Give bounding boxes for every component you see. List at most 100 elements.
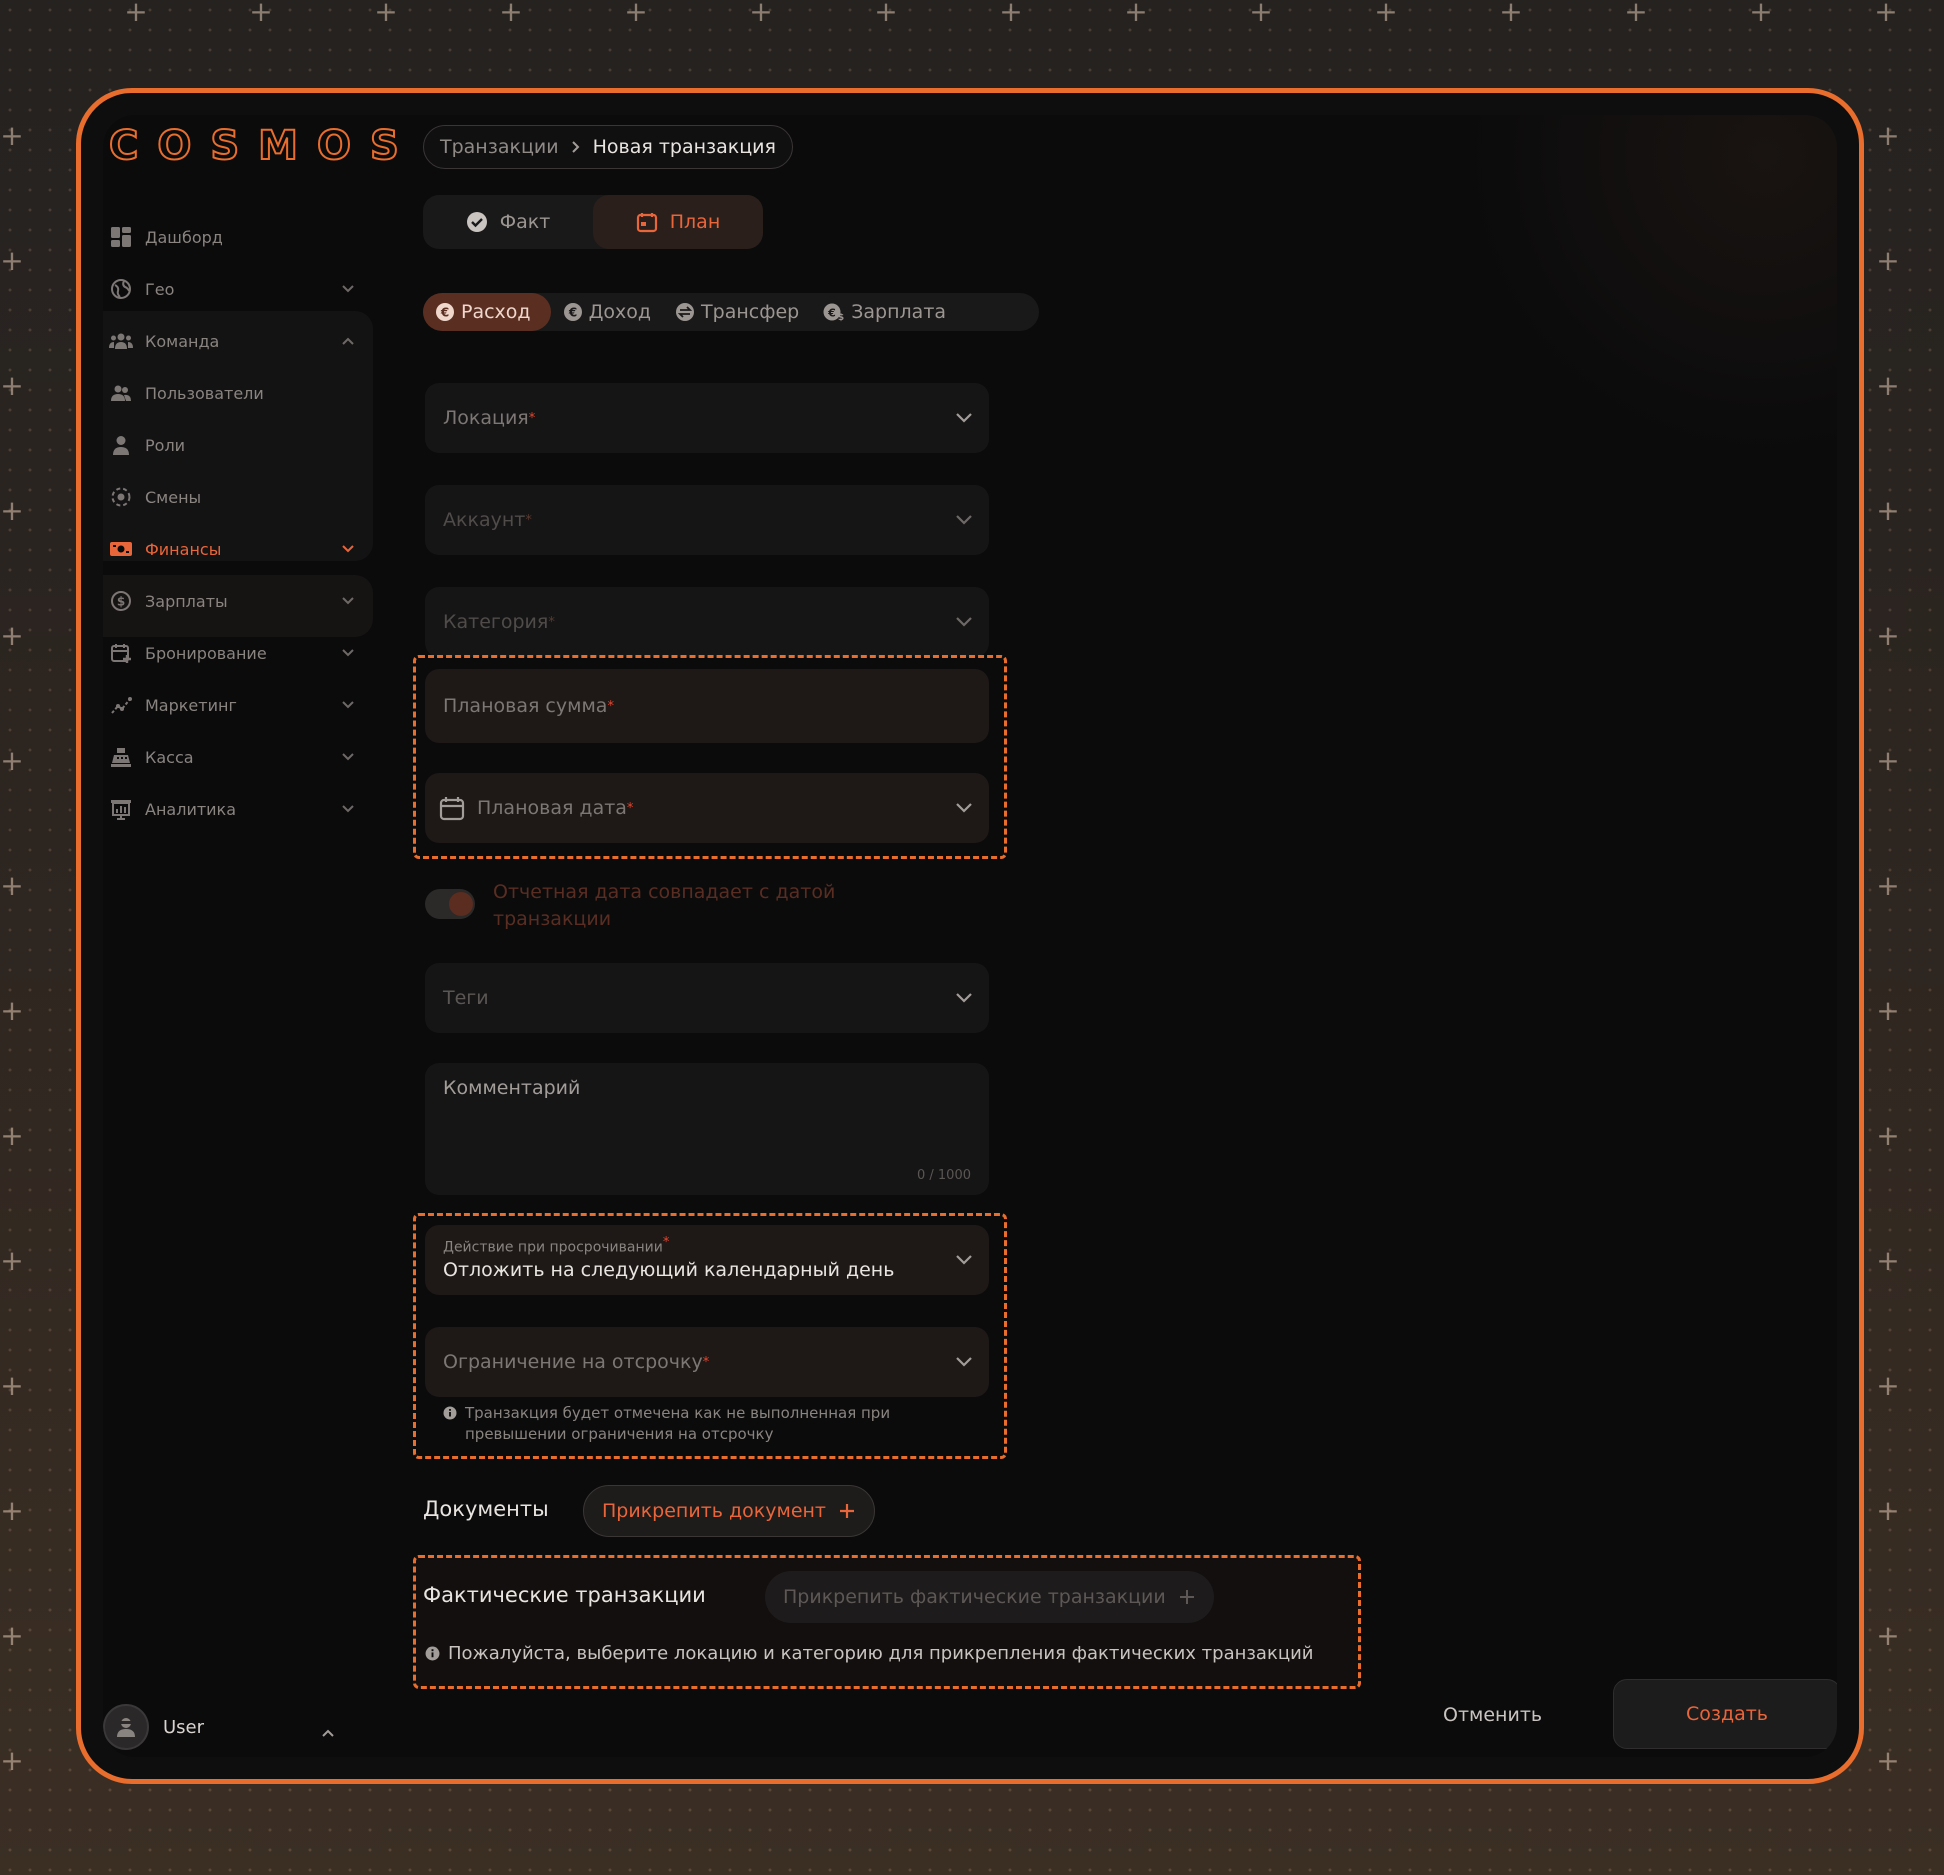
sidebar-item-label: Бронирование xyxy=(145,643,267,663)
delay-limit-hint: Транзакция будет отмечена как не выполне… xyxy=(443,1403,943,1445)
planned-date-picker[interactable]: Плановая дата * xyxy=(425,773,989,843)
sidebar-item-label: Дашборд xyxy=(145,227,223,247)
sidebar-item-roles[interactable]: Роли xyxy=(103,415,373,475)
attach-document-button[interactable]: Прикрепить документ xyxy=(583,1485,875,1537)
chevron-down-icon[interactable] xyxy=(341,695,355,714)
svg-text:$: $ xyxy=(838,313,844,322)
chevron-up-icon[interactable] xyxy=(321,1722,335,1743)
sidebar-item-salaries[interactable]: $ Зарплаты xyxy=(103,571,373,631)
plus-mark: + xyxy=(0,1494,24,1527)
required-mark: * xyxy=(626,800,634,816)
plus-mark: + xyxy=(1876,1369,1900,1402)
info-icon xyxy=(443,1406,457,1420)
breadcrumb-parent[interactable]: Транзакции xyxy=(440,136,559,158)
overdue-action-value: Отложить на следующий календарный день xyxy=(443,1259,895,1281)
chevron-down-icon[interactable] xyxy=(341,643,355,662)
required-mark: * xyxy=(528,410,536,426)
sidebar-item-team[interactable]: Команда xyxy=(103,311,373,371)
plus-mark: + xyxy=(749,0,773,28)
plus-mark: + xyxy=(0,869,24,902)
chevron-down-icon[interactable] xyxy=(341,799,355,818)
analytics-icon xyxy=(109,797,133,821)
overdue-action-label: Действие при просрочивании* xyxy=(443,1235,669,1256)
chevron-down-icon[interactable] xyxy=(341,539,355,558)
tab-expense[interactable]: € Расход xyxy=(423,293,551,331)
plus-mark: + xyxy=(499,0,523,28)
plus-mark: + xyxy=(0,1244,24,1277)
check-circle-icon xyxy=(466,212,487,232)
account-placeholder: Аккаунт xyxy=(443,509,526,531)
attach-actual-transactions-button[interactable]: Прикрепить фактические транзакции xyxy=(765,1571,1214,1623)
sidebar-item-label: Финансы xyxy=(145,539,222,559)
delay-limit-select[interactable]: Ограничение на отсрочку * xyxy=(425,1327,989,1397)
svg-text:€: € xyxy=(440,306,449,320)
actual-transactions-hint: Пожалуйста, выберите локацию и категорию… xyxy=(425,1643,1345,1664)
create-button[interactable]: Создать xyxy=(1613,1679,1837,1749)
documents-title: Документы xyxy=(423,1497,549,1521)
comment-textarea[interactable]: Комментарий 0 / 1000 xyxy=(425,1063,989,1195)
avatar[interactable] xyxy=(103,1704,149,1750)
sidebar-item-dashboard[interactable]: Дашборд xyxy=(103,207,373,267)
sidebar-item-marketing[interactable]: Маркетинг xyxy=(103,675,373,735)
sidebar-item-users[interactable]: Пользователи xyxy=(103,363,373,423)
required-mark: * xyxy=(607,698,614,714)
chevron-down-icon[interactable] xyxy=(341,591,355,610)
report-date-toggle[interactable] xyxy=(425,889,475,919)
chevron-down-icon xyxy=(955,797,973,819)
cosmos-logo[interactable]: COSMOS xyxy=(108,122,418,170)
user-menu[interactable]: User xyxy=(103,1697,373,1757)
tab-plan[interactable]: План xyxy=(593,195,763,249)
cancel-button[interactable]: Отменить xyxy=(1443,1704,1542,1726)
tab-label: Доход xyxy=(588,301,652,323)
delay-limit-placeholder: Ограничение на отсрочку xyxy=(443,1351,703,1373)
plus-mark: + xyxy=(874,0,898,28)
plus-mark: + xyxy=(1876,1119,1900,1152)
plus-mark: + xyxy=(1876,494,1900,527)
chevron-down-icon xyxy=(955,509,973,531)
sidebar-item-shifts[interactable]: Смены xyxy=(103,467,373,527)
shift-icon xyxy=(109,485,133,509)
sidebar-item-booking[interactable]: Бронирование xyxy=(103,623,373,683)
required-mark: * xyxy=(525,512,532,528)
tab-income[interactable]: € Доход xyxy=(551,293,663,331)
chevron-down-icon xyxy=(955,1249,973,1271)
chevron-down-icon xyxy=(955,407,973,429)
chevron-up-icon[interactable] xyxy=(341,331,355,350)
plus-mark: + xyxy=(0,1119,24,1152)
sidebar-item-cashbox[interactable]: Касса xyxy=(103,727,373,787)
chevron-down-icon xyxy=(955,1351,973,1373)
chevron-down-icon xyxy=(955,987,973,1009)
tab-salary[interactable]: € $ Зарплата xyxy=(811,293,958,331)
account-select[interactable]: Аккаунт * xyxy=(425,485,989,555)
svg-text:€: € xyxy=(827,307,836,320)
overdue-action-select[interactable]: Действие при просрочивании* Отложить на … xyxy=(425,1225,989,1295)
chevron-down-icon[interactable] xyxy=(341,747,355,766)
sidebar-item-label: Пользователи xyxy=(145,383,264,403)
sidebar-item-geo[interactable]: Гео xyxy=(103,259,373,319)
plus-mark: + xyxy=(1249,0,1273,28)
category-select[interactable]: Категория * xyxy=(425,587,989,657)
plus-mark: + xyxy=(1499,0,1523,28)
required-mark: * xyxy=(702,1354,710,1370)
sidebar-item-label: Аналитика xyxy=(145,799,237,819)
chevron-down-icon[interactable] xyxy=(341,279,355,298)
plus-mark: + xyxy=(0,619,24,652)
location-select[interactable]: Локация * xyxy=(425,383,989,453)
sidebar-item-analytics[interactable]: Аналитика xyxy=(103,779,373,839)
sidebar-item-finance[interactable]: Финансы xyxy=(103,519,373,579)
calendar-plus-icon xyxy=(109,641,133,665)
sidebar-item-label: Маркетинг xyxy=(145,695,237,715)
plus-mark: + xyxy=(249,0,273,28)
sidebar-item-label: Команда xyxy=(145,331,220,351)
tab-fact[interactable]: Факт xyxy=(423,195,593,249)
overdue-action-label-text: Действие при просрочивании xyxy=(443,1239,663,1256)
plus-mark: + xyxy=(0,1619,24,1652)
tab-transfer[interactable]: Трансфер xyxy=(663,293,811,331)
dashboard-icon xyxy=(109,225,133,249)
expense-icon: € xyxy=(436,303,454,321)
plus-mark: + xyxy=(1876,119,1900,152)
plus-mark: + xyxy=(0,369,24,402)
tags-select[interactable]: Теги xyxy=(425,963,989,1033)
plus-mark: + xyxy=(0,744,24,777)
planned-amount-input[interactable]: Плановая сумма * xyxy=(425,669,989,743)
